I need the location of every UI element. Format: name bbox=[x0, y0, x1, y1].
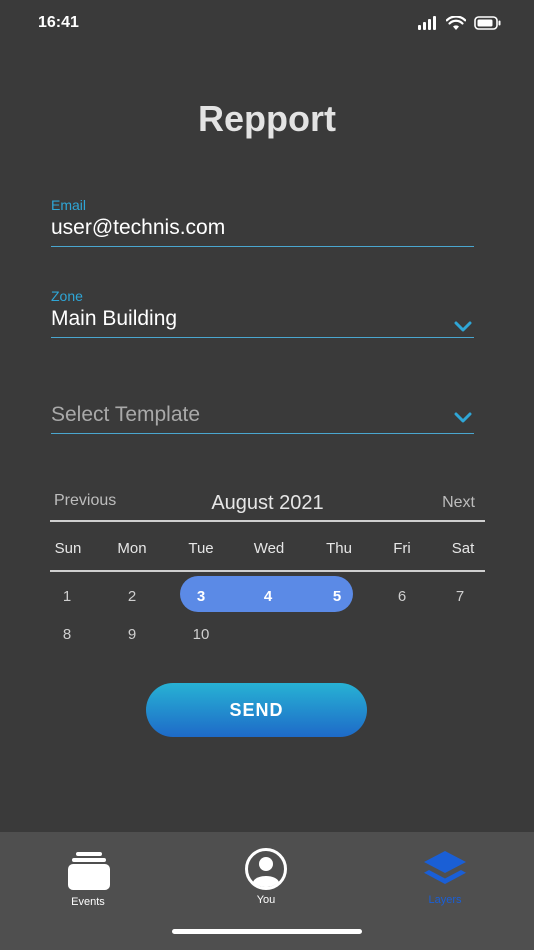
weekday-label: Thu bbox=[326, 540, 352, 557]
weekday-label: Fri bbox=[393, 540, 411, 557]
tab-events-label: Events bbox=[71, 896, 105, 908]
calendar-day[interactable]: 7 bbox=[440, 588, 480, 605]
weekday-label: Mon bbox=[117, 540, 147, 557]
calendar-weekday-row: Sun Mon Tue Wed Thu Fri Sat bbox=[50, 522, 485, 570]
zone-underline bbox=[51, 337, 474, 338]
calendar-month-label: August 2021 bbox=[211, 492, 324, 514]
zone-select[interactable]: Zone Main Building bbox=[51, 288, 474, 338]
calendar-header: Previous August 2021 Next bbox=[50, 486, 485, 520]
home-indicator bbox=[172, 929, 362, 934]
status-bar: 16:41 bbox=[0, 0, 534, 46]
status-time: 16:41 bbox=[38, 14, 79, 31]
tab-layers[interactable]: Layers bbox=[385, 832, 505, 922]
events-icon bbox=[68, 852, 110, 890]
user-icon bbox=[245, 848, 287, 890]
email-underline bbox=[51, 246, 474, 247]
zone-value: Main Building bbox=[51, 307, 178, 330]
weekday-label: Sat bbox=[451, 540, 475, 557]
calendar-day-selected[interactable]: 3 bbox=[181, 588, 221, 605]
status-icons bbox=[418, 14, 502, 32]
signal-icon bbox=[418, 16, 436, 30]
tab-you[interactable]: You bbox=[206, 832, 326, 922]
template-select[interactable]: Select Template bbox=[51, 403, 474, 434]
template-underline bbox=[51, 433, 474, 434]
tab-events[interactable]: Events bbox=[28, 832, 148, 922]
calendar-day[interactable]: 2 bbox=[112, 588, 152, 605]
calendar-day[interactable]: 1 bbox=[47, 588, 87, 605]
chevron-down-icon[interactable] bbox=[454, 412, 472, 424]
weekday-label: Tue bbox=[188, 540, 214, 557]
calendar-week: 1 2 3 4 5 6 7 bbox=[50, 572, 485, 614]
calendar-day[interactable]: 6 bbox=[382, 588, 422, 605]
layers-icon bbox=[424, 851, 466, 884]
calendar-day[interactable]: 8 bbox=[47, 626, 87, 643]
battery-icon bbox=[474, 16, 501, 30]
email-field[interactable]: Email user@technis.com bbox=[51, 197, 474, 247]
zone-label: Zone bbox=[51, 288, 83, 304]
calendar-week: 8 9 10 bbox=[50, 614, 485, 652]
email-label: Email bbox=[51, 197, 87, 213]
email-input[interactable]: user@technis.com bbox=[51, 216, 474, 240]
calendar-day-selected[interactable]: 4 bbox=[248, 588, 288, 605]
tab-you-label: You bbox=[256, 894, 276, 906]
weekday-label: Sun bbox=[54, 540, 82, 557]
calendar: Previous August 2021 Next Sun Mon Tue We… bbox=[50, 486, 485, 652]
send-button[interactable]: SEND bbox=[146, 683, 367, 737]
calendar-day-selected[interactable]: 5 bbox=[317, 588, 357, 605]
chevron-down-icon[interactable] bbox=[454, 321, 472, 333]
calendar-day[interactable]: 10 bbox=[181, 626, 221, 643]
wifi-icon bbox=[446, 15, 466, 30]
calendar-day[interactable]: 9 bbox=[112, 626, 152, 643]
template-placeholder: Select Template bbox=[51, 403, 201, 426]
weekday-label: Wed bbox=[253, 540, 285, 557]
page-title: Repport bbox=[198, 98, 336, 139]
calendar-next-button[interactable]: Next bbox=[442, 494, 475, 512]
tab-layers-label: Layers bbox=[428, 894, 462, 906]
